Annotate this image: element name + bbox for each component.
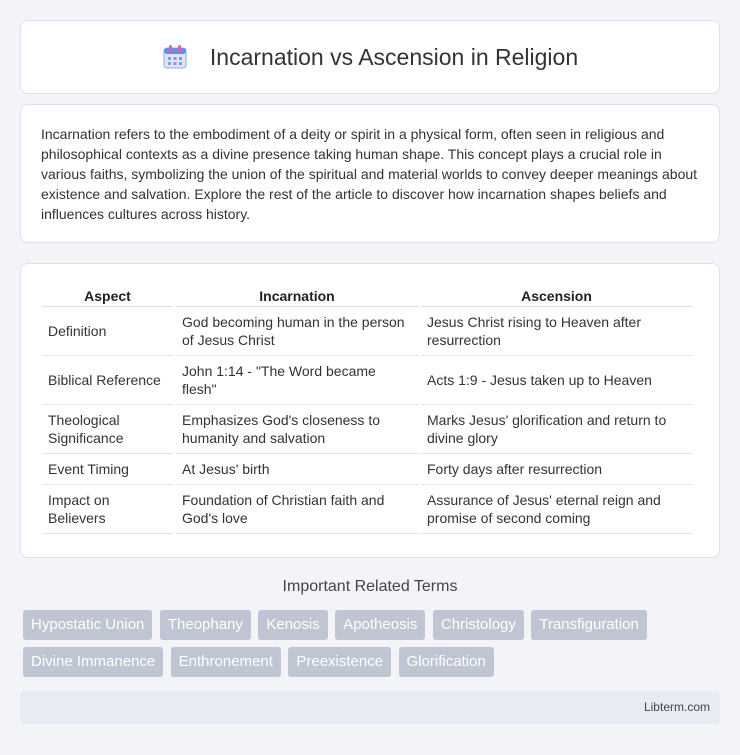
comparison-table-card: Aspect Incarnation Ascension Definition … — [20, 263, 720, 558]
table-cell: God becoming human in the person of Jesu… — [176, 307, 418, 356]
table-cell: Marks Jesus' glorification and return to… — [421, 405, 692, 454]
related-term-tag[interactable]: Preexistence — [288, 647, 392, 677]
related-term-tag[interactable]: Apotheosis — [335, 610, 426, 640]
related-terms-title: Important Related Terms — [282, 578, 458, 595]
table-row: Biblical Reference John 1:14 - "The Word… — [42, 356, 692, 405]
related-term-tag[interactable]: Glorification — [398, 647, 494, 677]
header-aspect: Aspect — [42, 284, 173, 307]
intro-card: Incarnation refers to the embodiment of … — [20, 104, 720, 243]
comparison-table: Aspect Incarnation Ascension Definition … — [39, 284, 695, 534]
header-incarnation: Incarnation — [176, 284, 418, 307]
related-term-tag[interactable]: Christology — [432, 610, 524, 640]
related-term-tag[interactable]: Kenosis — [258, 610, 328, 640]
calendar-icon — [163, 45, 187, 69]
related-term-tag[interactable]: Transfiguration — [531, 610, 647, 640]
table-cell: Foundation of Christian faith and God's … — [176, 485, 418, 534]
table-cell: John 1:14 - "The Word became flesh" — [176, 356, 418, 405]
footer: Libterm.com — [20, 691, 720, 724]
intro-text: Incarnation refers to the embodiment of … — [41, 126, 698, 222]
table-header-row: Aspect Incarnation Ascension — [42, 284, 692, 307]
related-terms-list: Hypostatic Union Theophany Kenosis Apoth… — [23, 610, 723, 684]
page-title: Incarnation vs Ascension in Religion — [209, 43, 579, 70]
table-row: Theological Significance Emphasizes God'… — [42, 405, 692, 454]
table-cell: At Jesus' birth — [176, 454, 418, 485]
related-term-tag[interactable]: Hypostatic Union — [23, 610, 153, 640]
related-term-tag[interactable]: Enthronement — [170, 647, 281, 677]
table-cell: Jesus Christ rising to Heaven after resu… — [421, 307, 692, 356]
related-term-tag[interactable]: Divine Immanence — [23, 647, 164, 677]
table-cell: Event Timing — [42, 454, 173, 485]
table-row: Definition God becoming human in the per… — [42, 307, 692, 356]
header-ascension: Ascension — [421, 284, 692, 307]
related-term-tag[interactable]: Theophany — [159, 610, 251, 640]
header-card: Incarnation vs Ascension in Religion — [20, 20, 720, 94]
table-cell: Forty days after resurrection — [421, 454, 692, 485]
table-cell: Impact on Believers — [42, 485, 173, 534]
table-row: Event Timing At Jesus' birth Forty days … — [42, 454, 692, 485]
footer-site-link[interactable]: Libterm.com — [644, 700, 710, 714]
table-row: Impact on Believers Foundation of Christ… — [42, 485, 692, 534]
table-cell: Acts 1:9 - Jesus taken up to Heaven — [421, 356, 692, 405]
table-cell: Biblical Reference — [42, 356, 173, 405]
table-cell: Assurance of Jesus' eternal reign and pr… — [421, 485, 692, 534]
table-cell: Emphasizes God's closeness to humanity a… — [176, 405, 418, 454]
table-cell: Definition — [42, 307, 173, 356]
table-cell: Theological Significance — [42, 405, 173, 454]
